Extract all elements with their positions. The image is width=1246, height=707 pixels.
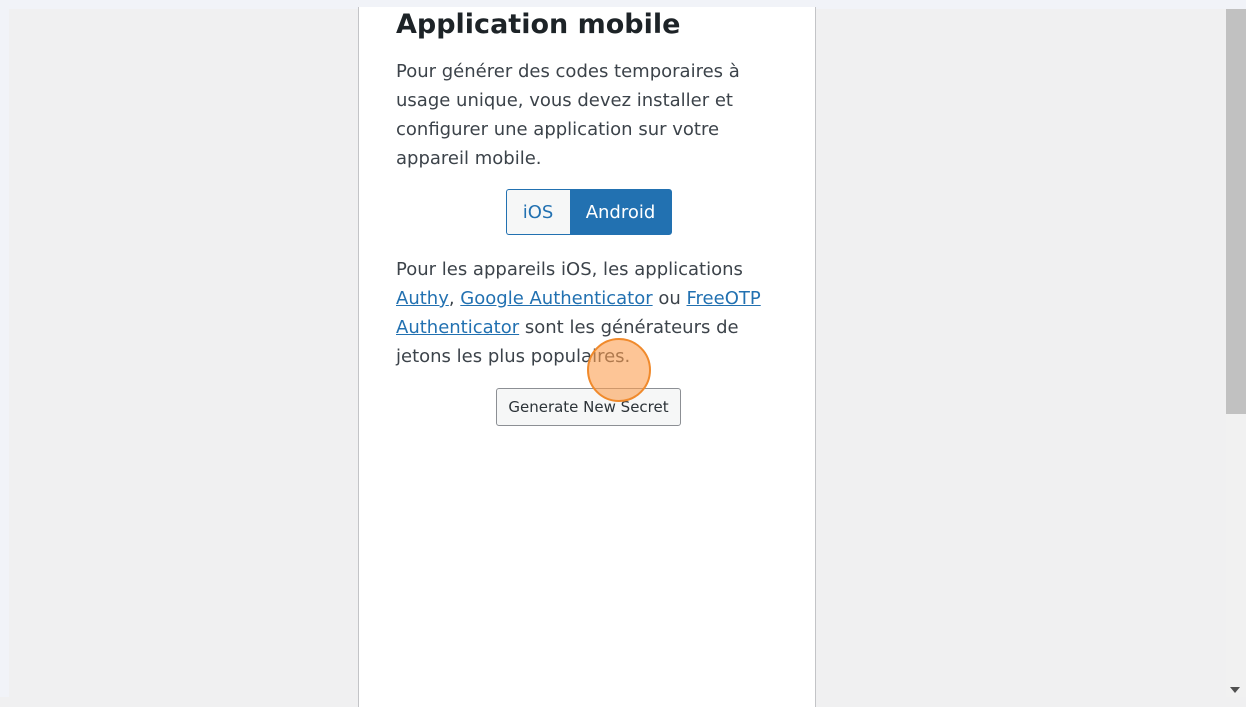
- page-title: Application mobile: [396, 9, 681, 40]
- intro-text: Pour générer des codes temporaires à usa…: [396, 61, 740, 169]
- tab-android[interactable]: Android: [569, 189, 672, 235]
- generate-row: Generate New Secret: [396, 388, 781, 426]
- chevron-down-icon[interactable]: [1230, 687, 1240, 693]
- description-separator-2: ou: [652, 288, 687, 309]
- page-scrollbar[interactable]: [1226, 9, 1246, 697]
- authy-link[interactable]: Authy: [396, 288, 449, 309]
- description-separator-1: ,: [448, 288, 461, 309]
- page-background: Application mobile Pour générer des code…: [9, 7, 1226, 707]
- description-prefix: Pour les appareils iOS, les applications: [396, 259, 743, 280]
- setup-card-content: Application mobile Pour générer des code…: [396, 7, 781, 426]
- tab-ios[interactable]: iOS: [505, 189, 570, 235]
- authenticator-description: Pour les appareils iOS, les applications…: [396, 255, 781, 371]
- setup-card: Application mobile Pour générer des code…: [358, 7, 816, 707]
- google-authenticator-link[interactable]: Google Authenticator: [460, 288, 652, 309]
- generate-new-secret-button[interactable]: Generate New Secret: [496, 388, 681, 426]
- window-left-edge: [0, 0, 9, 697]
- scrollbar-thumb[interactable]: [1226, 9, 1246, 414]
- platform-toggle: iOS Android: [396, 189, 781, 235]
